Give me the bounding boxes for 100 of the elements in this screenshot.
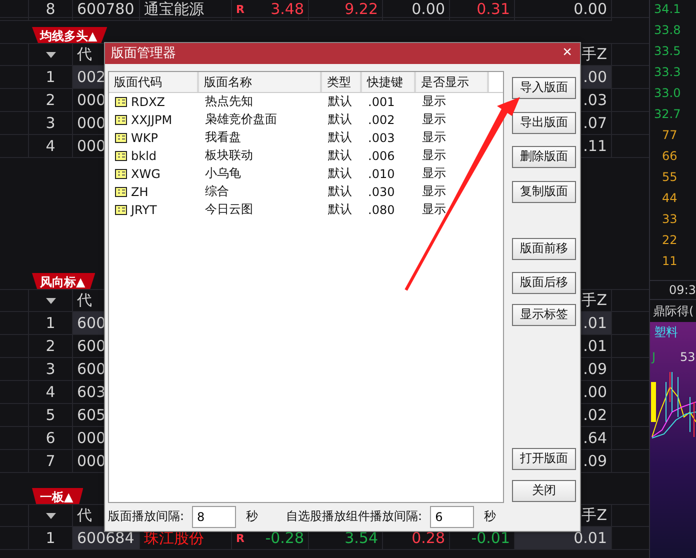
layout-code[interactable]: XXJJPM	[131, 112, 172, 127]
dialog-button[interactable]: 版面后移	[512, 272, 576, 294]
row-number: 5	[46, 406, 56, 424]
stock-code: 600780	[77, 0, 134, 18]
volume-label: 77	[661, 128, 678, 144]
layout-name: 小乌龟	[205, 165, 241, 182]
dialog-button[interactable]: 关闭	[512, 480, 576, 502]
volume-label: 22	[661, 233, 678, 249]
layout-code[interactable]: JRYT	[131, 202, 157, 217]
sort-icon[interactable]	[46, 52, 56, 58]
layout-code[interactable]: WKP	[131, 130, 158, 145]
stock-code: 600	[77, 337, 106, 355]
layout-shortcut: .030	[368, 184, 395, 199]
volume-label: 44	[661, 191, 678, 207]
price-label: 33.5	[654, 44, 682, 60]
row-number: 4	[46, 137, 56, 155]
value-text: 3.48	[270, 0, 304, 18]
turnover-value: .09	[583, 360, 607, 378]
section-tag[interactable]: 一板▲	[32, 488, 84, 504]
column-header[interactable]: 类型	[322, 72, 362, 92]
turnover-value: 0.00	[574, 0, 607, 18]
close-button[interactable]: ×	[560, 45, 574, 62]
stock-code: 000	[77, 114, 106, 132]
dialog-button[interactable]: 复制版面	[512, 180, 576, 203]
column-header: 手Z	[582, 506, 607, 525]
sort-icon[interactable]	[46, 512, 56, 518]
layout-code[interactable]: RDXZ	[131, 94, 166, 109]
row-number: 3	[46, 114, 56, 132]
dialog-button[interactable]: 版面前移	[512, 238, 576, 260]
dialog-button[interactable]: 删除版面	[512, 146, 576, 168]
flag-label: R	[236, 532, 244, 544]
column-header[interactable]: 快捷键	[362, 72, 416, 92]
layout-shortcut: .002	[368, 112, 395, 127]
turnover-value: .64	[583, 429, 607, 447]
display-status: 显示	[422, 147, 446, 164]
stock-code: 605	[77, 406, 106, 424]
price-label: 33.0	[654, 86, 682, 102]
unit-label: 秒	[484, 508, 496, 526]
stock-code: 002	[77, 68, 106, 86]
layout-name: 我看盘	[205, 129, 241, 146]
layout-shortcut: .003	[368, 130, 395, 145]
flag-label: R	[236, 2, 244, 16]
turnover-value: .00	[583, 383, 607, 401]
value-text: 9.22	[344, 0, 378, 18]
price-label: 32.7	[654, 107, 682, 123]
column-header[interactable]: 是否显示	[416, 72, 489, 92]
layout-code[interactable]: bkld	[131, 148, 157, 163]
layout-name: 枭雄竞价盘面	[205, 111, 277, 128]
sort-icon[interactable]	[46, 298, 56, 304]
layout-type: 默认	[328, 201, 352, 218]
value-text: 0.31	[476, 0, 510, 18]
dialog-button[interactable]: 导入版面	[512, 76, 576, 99]
value-text: -0.01	[471, 529, 510, 547]
interval-field[interactable]: 8	[192, 506, 236, 528]
row-number: 1	[46, 68, 56, 86]
interval-field[interactable]: 6	[430, 506, 474, 528]
row-number: 6	[46, 429, 56, 447]
layout-shortcut: .001	[368, 94, 395, 109]
row-number: 1	[46, 529, 56, 547]
dialog-button[interactable]: 显示标签	[512, 304, 576, 326]
indicator-label: J	[652, 350, 656, 364]
column-header: 代	[77, 506, 92, 525]
peak-label: 53	[680, 350, 696, 364]
row-number: 3	[46, 360, 56, 378]
column-header: 手Z	[582, 45, 607, 64]
layout-name: 热点先知	[205, 93, 253, 110]
display-status: 显示	[422, 111, 446, 128]
section-tag[interactable]: 风向标▲	[32, 273, 96, 289]
turnover-value: .00	[583, 68, 607, 86]
column-header[interactable]: 版面代码	[109, 72, 199, 92]
row-number: 1	[46, 314, 56, 332]
column-header[interactable]: 版面名称	[199, 72, 322, 92]
layout-name: 板块联动	[205, 147, 253, 164]
section-tag[interactable]: 均线多头▲	[32, 27, 108, 43]
unit-label: 秒	[246, 508, 258, 526]
turnover-value: .11	[583, 137, 607, 155]
turnover-value: .01	[583, 314, 607, 332]
value-text: 0.28	[412, 529, 445, 547]
row-number: 4	[46, 383, 56, 401]
column-header: 手Z	[582, 291, 607, 310]
stock-code: 000	[77, 91, 106, 109]
layout-code[interactable]: ZH	[131, 184, 148, 199]
row-number: 7	[46, 452, 56, 470]
turnover-value: .01	[583, 337, 607, 355]
display-status: 显示	[422, 201, 446, 218]
stock-code: 600684	[77, 529, 134, 547]
layout-code[interactable]: XWG	[131, 166, 160, 181]
dialog-button[interactable]: 打开版面	[512, 448, 576, 470]
dialog-button[interactable]: 导出版面	[512, 112, 576, 134]
column-header: 代	[77, 45, 92, 64]
price-label: 34.1	[654, 2, 682, 18]
value-text: 0.00	[412, 0, 445, 18]
row-number: 8	[46, 0, 56, 18]
display-status: 显示	[422, 129, 446, 146]
turnover-value: .02	[583, 406, 607, 424]
volume-label: 11	[661, 254, 678, 270]
layout-type: 默认	[328, 129, 352, 146]
price-label: 33.8	[654, 23, 682, 39]
display-status: 显示	[422, 183, 446, 200]
volume-label: 66	[661, 149, 678, 165]
